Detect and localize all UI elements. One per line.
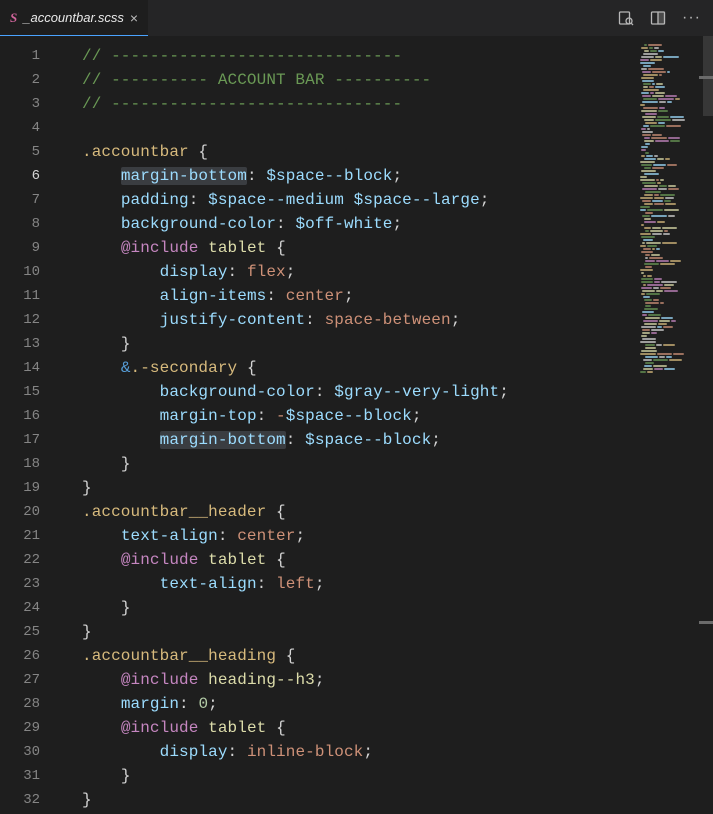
scrollbar[interactable]	[699, 36, 713, 814]
split-editor-icon[interactable]	[650, 10, 666, 26]
scroll-mark	[699, 621, 713, 624]
minimap[interactable]	[639, 44, 699, 804]
tab-filename: _accountbar.scss	[23, 10, 124, 25]
code-area[interactable]: // ------------------------------// ----…	[62, 36, 713, 814]
more-actions-icon[interactable]: ···	[682, 9, 701, 27]
editor[interactable]: 1234567891011121314151617181920212223242…	[0, 36, 713, 814]
tab-bar: S _accountbar.scss × ···	[0, 0, 713, 36]
scroll-mark	[699, 76, 713, 79]
tab-actions: ···	[606, 0, 713, 36]
line-gutter: 1234567891011121314151617181920212223242…	[0, 36, 62, 814]
close-icon[interactable]: ×	[130, 10, 138, 26]
sass-icon: S	[10, 10, 17, 26]
find-in-file-icon[interactable]	[618, 10, 634, 26]
editor-tab[interactable]: S _accountbar.scss ×	[0, 0, 148, 36]
